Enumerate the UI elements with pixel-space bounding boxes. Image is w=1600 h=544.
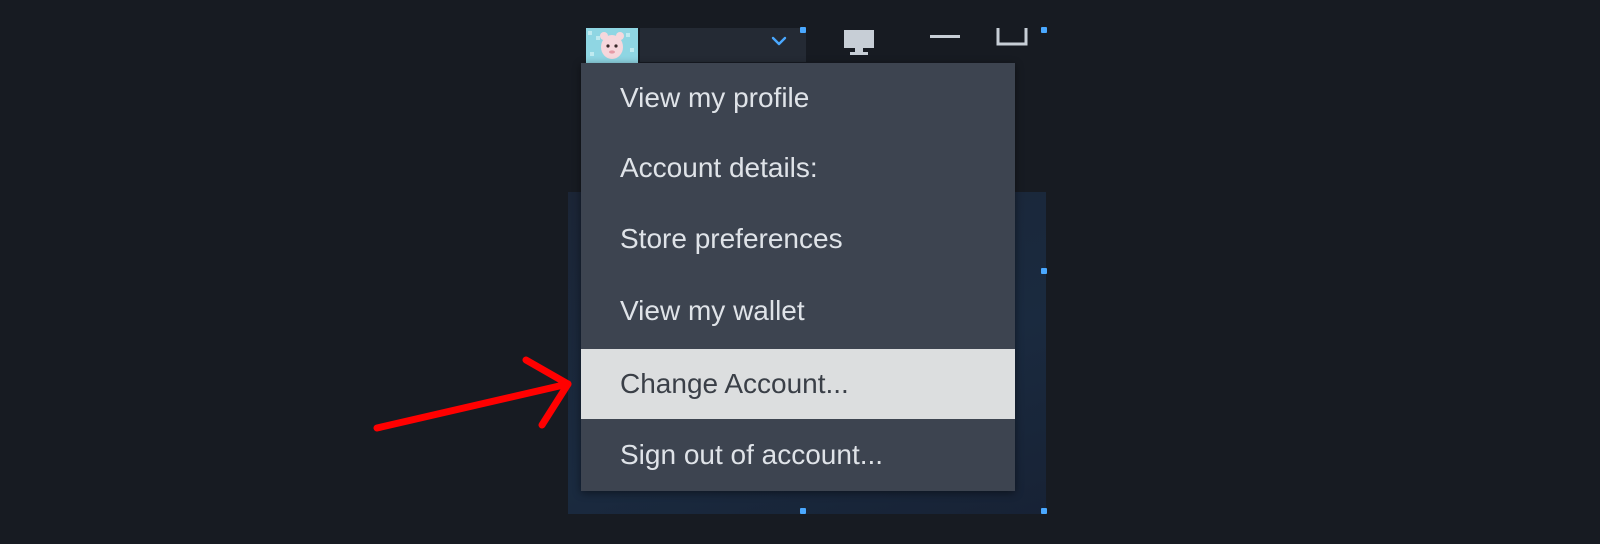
red-arrow-annotation — [373, 356, 572, 432]
